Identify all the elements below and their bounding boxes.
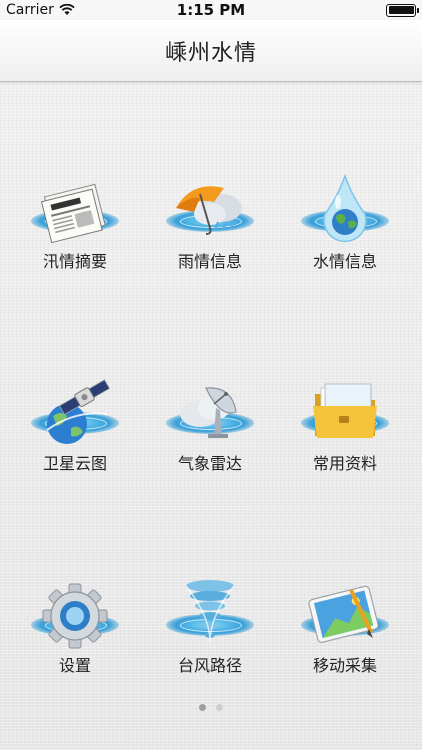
menu-item-typhoon-path[interactable]: 台风路径: [140, 526, 280, 676]
page-title: 嵊州水情: [164, 40, 257, 66]
menu-item-documents[interactable]: 常用资料: [275, 324, 415, 474]
menu-item-satellite[interactable]: 卫星云图: [5, 324, 145, 474]
icon-wrap: [160, 374, 260, 438]
page-dot-1[interactable]: [199, 704, 206, 711]
menu-item-rain-info[interactable]: 雨情信息: [140, 122, 280, 272]
radar-dish-icon: [180, 387, 237, 438]
icon-wrap: [295, 576, 395, 643]
menu-item-weather-radar[interactable]: 气象雷达: [140, 324, 280, 474]
icon-wrap: [295, 172, 395, 243]
icon-wrap: [160, 172, 260, 235]
menu-item-settings[interactable]: 设置: [5, 526, 145, 676]
icon-wrap: [25, 374, 125, 444]
tablet-pen-icon: [308, 585, 379, 643]
umbrella-rain-icon: [176, 186, 242, 235]
navigation-bar: 嵊州水情: [0, 20, 422, 82]
folder-icon: [313, 383, 377, 438]
icon-wrap: [295, 374, 395, 438]
menu-item-mobile-collect[interactable]: 移动采集: [275, 526, 415, 676]
menu-item-water-info[interactable]: 水情信息: [275, 122, 415, 272]
icon-wrap: [25, 172, 125, 244]
icon-wrap: [160, 576, 260, 643]
battery-icon: [386, 3, 419, 17]
newspaper-icon: [40, 183, 106, 244]
water-drop-globe-icon: [323, 173, 367, 243]
status-bar: Carrier 1:15 PM: [0, 0, 422, 20]
status-left: Carrier: [6, 2, 75, 18]
menu-item-flood-summary[interactable]: 汛情摘要: [5, 122, 145, 272]
carrier-label: Carrier: [6, 2, 54, 18]
wifi-icon: [59, 4, 75, 15]
typhoon-icon: [185, 580, 235, 643]
gear-icon: [42, 583, 108, 649]
satellite-icon: [46, 379, 111, 444]
page-indicator[interactable]: [0, 704, 422, 711]
battery-fill: [388, 6, 414, 14]
icon-wrap: [25, 576, 125, 649]
page-dot-2[interactable]: [216, 704, 223, 711]
